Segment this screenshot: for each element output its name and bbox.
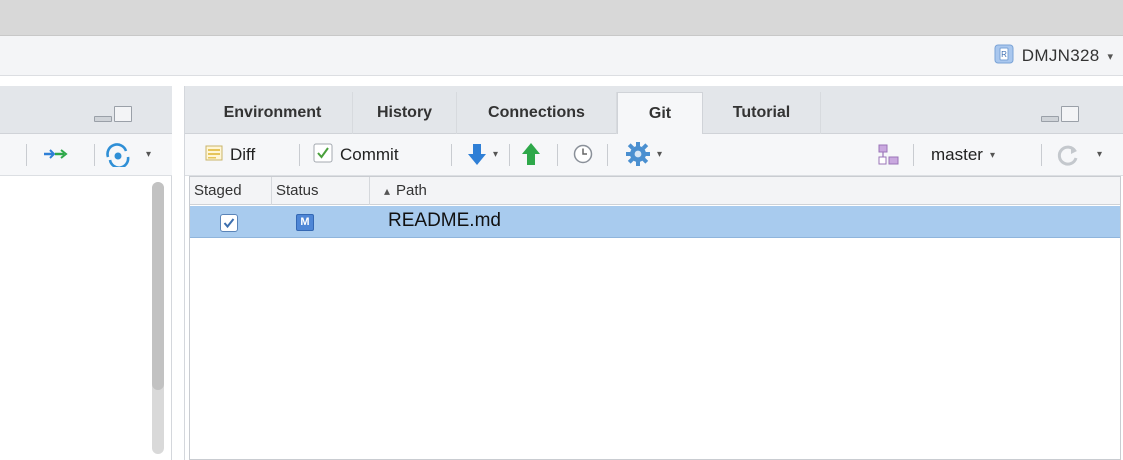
tab-tutorial[interactable]: Tutorial — [703, 92, 821, 134]
left-tabstrip — [0, 86, 172, 134]
chevron-down-icon[interactable]: ▾ — [146, 149, 151, 160]
scrollbar-thumb[interactable] — [152, 182, 164, 390]
left-toolbar: ▾ — [0, 134, 172, 176]
gear-icon[interactable] — [625, 141, 651, 172]
new-branch-icon[interactable] — [877, 143, 901, 172]
toolbar-separator — [1041, 144, 1042, 166]
pane-window-controls — [1041, 106, 1079, 122]
checkmark-icon — [223, 218, 235, 229]
run-chunk-icon[interactable] — [42, 144, 68, 169]
column-header-status[interactable]: Status — [272, 177, 370, 205]
table-row[interactable]: M README.md — [190, 206, 1120, 238]
project-name: DMJN328 — [1021, 46, 1100, 65]
left-pane-window-controls — [94, 106, 132, 122]
chevron-down-icon[interactable]: ▾ — [657, 149, 662, 160]
project-bar: R DMJN328 ▾ — [0, 36, 1123, 76]
tab-connections[interactable]: Connections — [457, 92, 617, 134]
pull-arrow-icon[interactable] — [467, 143, 487, 172]
commit-button[interactable]: Commit — [313, 140, 399, 170]
tab-history[interactable]: History — [353, 92, 457, 134]
toolbar-separator — [607, 144, 608, 166]
git-file-table: Staged Status ▴ Path M README.md — [189, 176, 1121, 460]
tab-environment[interactable]: Environment — [193, 92, 353, 134]
chevron-down-icon: ▾ — [989, 149, 995, 161]
branch-dropdown[interactable]: master ▾ — [931, 140, 995, 170]
refresh-icon[interactable] — [1055, 142, 1081, 173]
publish-icon[interactable] — [104, 143, 132, 172]
branch-label: master — [931, 145, 983, 164]
column-header-path[interactable]: ▴ Path — [370, 177, 1120, 205]
history-clock-icon[interactable] — [573, 144, 593, 169]
git-toolbar: Diff Commit ▾ ▾ master ▾ ▾ — [185, 134, 1123, 176]
commit-label: Commit — [340, 145, 399, 164]
file-path: README.md — [388, 210, 501, 231]
minimize-pane-button[interactable] — [94, 116, 112, 122]
toolbar-separator — [451, 144, 452, 166]
chevron-down-icon[interactable]: ▾ — [1097, 149, 1102, 160]
column-header-path-label: Path — [396, 182, 427, 199]
tab-git[interactable]: Git — [617, 92, 703, 135]
maximize-pane-button[interactable] — [114, 106, 132, 122]
chevron-down-icon: ▾ — [1107, 50, 1113, 63]
table-header: Staged Status ▴ Path — [190, 177, 1120, 205]
commit-checkbox-icon — [313, 143, 333, 168]
toolbar-separator — [557, 144, 558, 166]
diff-icon — [205, 144, 223, 167]
left-pane: ▾ — [0, 86, 172, 460]
project-icon: R — [994, 44, 1014, 69]
minimize-pane-button[interactable] — [1041, 116, 1059, 122]
toolbar-separator — [509, 144, 510, 166]
column-header-staged[interactable]: Staged — [190, 177, 272, 205]
svg-text:R: R — [1001, 50, 1007, 59]
push-arrow-icon[interactable] — [521, 142, 541, 171]
diff-button[interactable]: Diff — [205, 140, 255, 170]
modified-status-badge: M — [296, 214, 314, 231]
sort-ascending-icon: ▴ — [384, 184, 391, 198]
project-menu[interactable]: R DMJN328 ▾ — [994, 43, 1113, 69]
pane-tabstrip: Environment History Connections Git Tuto… — [185, 86, 1123, 135]
toolbar-separator — [299, 144, 300, 166]
scrollbar-track[interactable] — [152, 182, 164, 454]
toolbar-separator — [913, 144, 914, 166]
git-pane: Environment History Connections Git Tuto… — [184, 86, 1123, 460]
window-titlebar — [0, 0, 1123, 36]
chevron-down-icon[interactable]: ▾ — [493, 149, 498, 160]
toolbar-separator — [94, 144, 95, 166]
diff-label: Diff — [230, 145, 256, 164]
staged-checkbox[interactable] — [220, 214, 238, 232]
maximize-pane-button[interactable] — [1061, 106, 1079, 122]
toolbar-separator — [26, 144, 27, 166]
